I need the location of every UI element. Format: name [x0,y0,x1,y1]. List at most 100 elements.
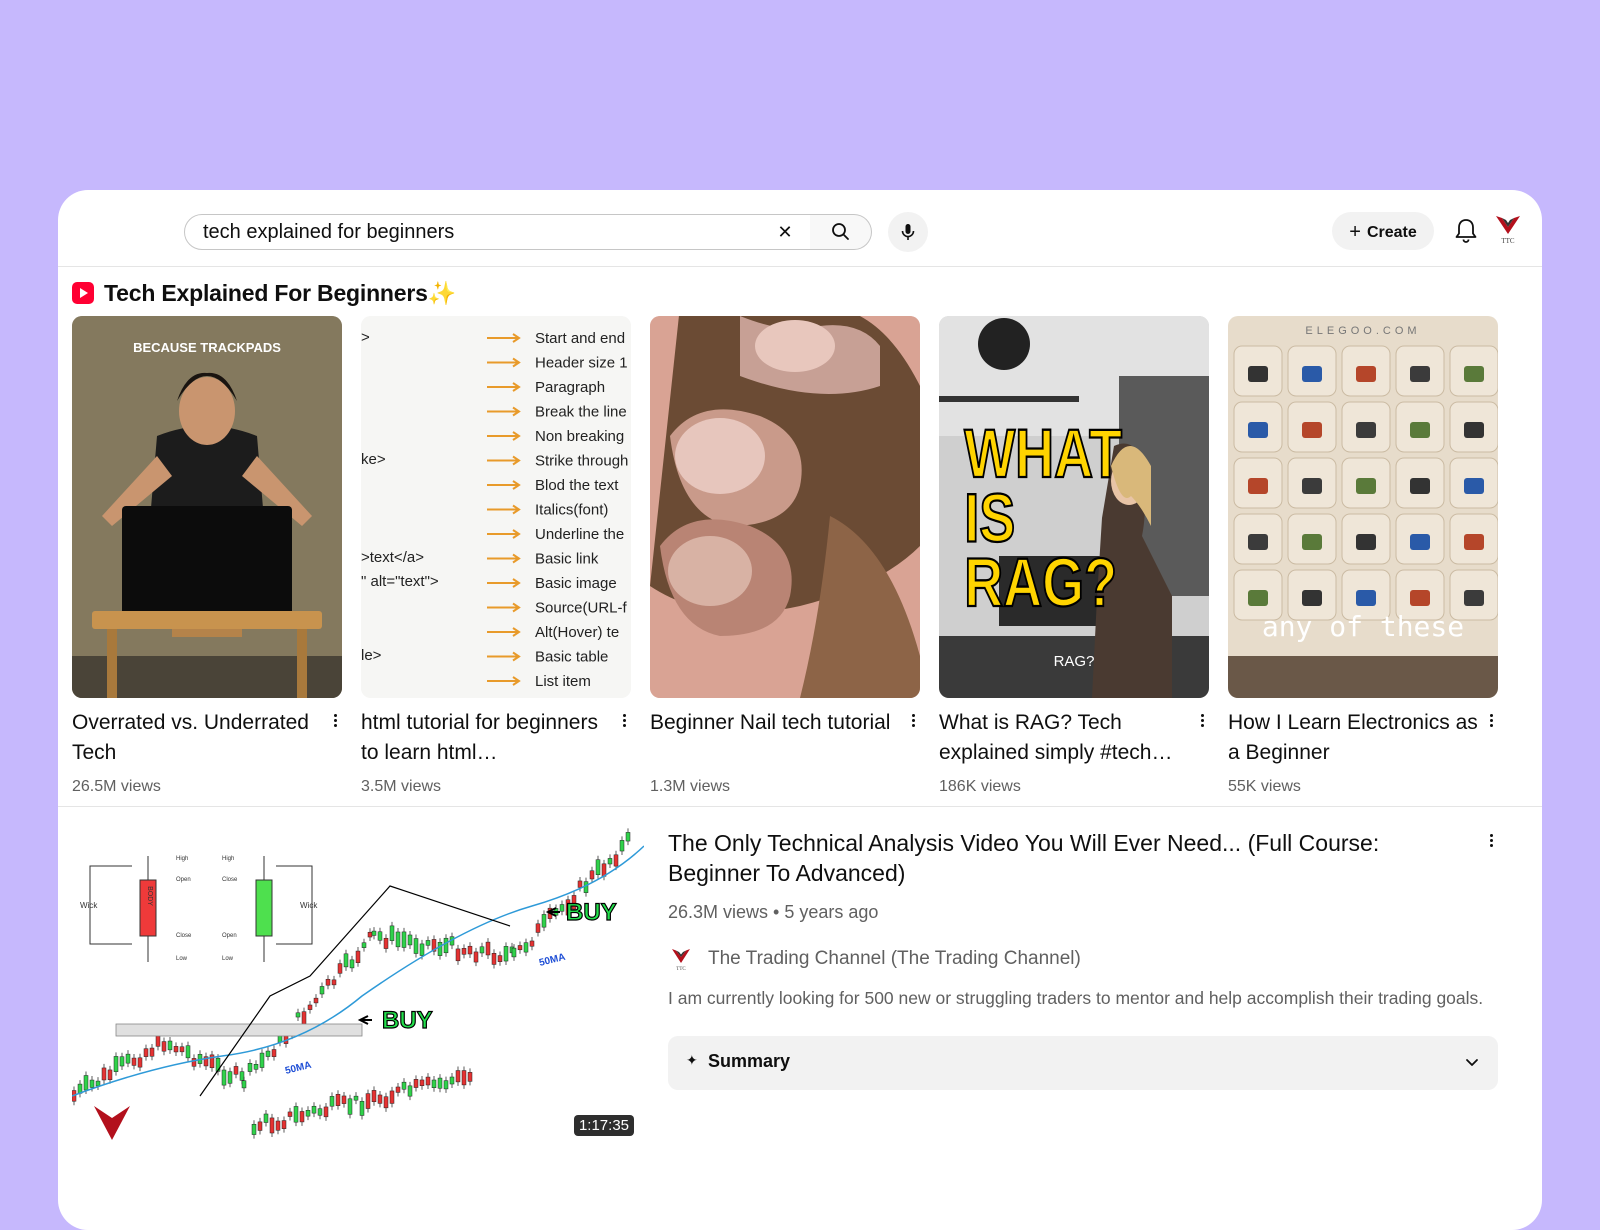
candle-body [461,948,467,955]
candle-body [259,1052,265,1068]
short-title[interactable]: html tutorial for beginners to learn htm… [361,708,611,768]
candle-body [101,1067,107,1081]
short-title[interactable]: Beginner Nail tech tutorial [650,708,900,738]
candle-body [247,1062,253,1072]
candle-body [263,1113,269,1123]
video-description: I am currently looking for 500 new or st… [668,988,1484,1008]
candle-body [443,1080,449,1090]
video-metadata: 26.3M views • 5 years ago [668,902,879,922]
video-thumbnail[interactable]: Wick BODY High Open Close Low High Close… [72,826,644,1148]
candle-body [361,942,367,948]
thumbnail-image: WHAT IS RAG? RAG? [939,316,1209,698]
candle-body [559,904,565,912]
short-thumbnail[interactable]: > ke> >text</a> " alt="text"> le> Start … [361,316,631,698]
candle-body [335,1093,341,1106]
code-line: >text</a> [361,549,424,566]
candle-body [577,880,583,888]
short-thumbnail[interactable]: ELEGOO.COM any of these [1228,316,1498,698]
electronic-part [1248,534,1268,550]
more-options-icon[interactable] [619,712,629,730]
close-icon[interactable]: ✕ [775,222,795,242]
candle-body [227,1071,233,1084]
buy-label: BUY [566,899,617,926]
short-thumbnail[interactable]: WHAT IS RAG? RAG? [939,316,1209,698]
avatar[interactable]: TTC [1490,210,1526,246]
arrow-line-text: Break the line [535,404,627,421]
arrow-line-text: Basic link [535,551,599,568]
candle-body [503,946,509,962]
arrow-line-text: Non breaking [535,428,624,445]
candle-body [265,1050,271,1057]
electronic-part [1464,534,1484,550]
low-label: Low [176,956,188,962]
candle-body [395,931,401,948]
channel-name[interactable]: The Trading Channel (The Trading Channel… [708,948,1081,970]
electronic-part [1410,590,1430,606]
candle-body [467,1072,473,1082]
candle-body [319,986,325,995]
voice-search-button[interactable] [888,212,928,252]
thumbnail-image: > ke> >text</a> " alt="text"> le> Start … [361,316,631,698]
candle-body [419,943,425,956]
arrow-line-text: Start and end [535,330,625,347]
candle-body [625,832,631,842]
chevron-down-icon [1466,1059,1478,1066]
candle-body [401,1081,407,1090]
short-thumbnail[interactable]: BECAUSE TRACKPADS [72,316,342,698]
thumbnail-overlay-text: BECAUSE TRACKPADS [133,340,281,355]
candle-body [619,840,625,852]
short-views: 55K views [1228,778,1301,795]
more-options-icon[interactable] [1197,712,1207,730]
candle-body [437,941,443,956]
candle-body [161,1041,167,1052]
candle-body [407,1085,413,1097]
candle-body [299,1111,305,1123]
candle-body [365,1093,371,1109]
candle-body [389,1090,395,1104]
electronic-part [1302,590,1322,606]
short-title[interactable]: How I Learn Electronics as a Beginner [1228,708,1478,768]
candle-body [353,1095,359,1101]
bell-icon[interactable] [1452,216,1480,246]
more-options-icon[interactable] [1486,832,1496,850]
short-title[interactable]: Overrated vs. Underrated Tech [72,708,322,768]
candle-body [221,1069,227,1086]
candle-body [589,870,595,880]
create-button[interactable]: + Create [1332,212,1434,250]
buy-label: BUY [382,1007,433,1034]
arrow-line-text: Source(URL-f [535,600,628,617]
shelf-title: Tech Explained For Beginners✨ [104,279,457,306]
summary-expander[interactable]: ✦ Summary [668,1036,1498,1090]
candle-body [349,959,355,969]
search-input[interactable] [203,215,743,249]
shorts-icon [72,282,94,304]
electronic-part [1464,366,1484,382]
short-title[interactable]: What is RAG? Tech explained simply #tech… [939,708,1189,768]
candle-body [323,1106,329,1118]
more-options-icon[interactable] [908,712,918,730]
short-thumbnail[interactable] [650,316,920,698]
candle-body [167,1040,173,1051]
video-title[interactable]: The Only Technical Analysis Video You Wi… [668,828,1468,888]
candle-body [329,1096,335,1107]
candle-body [371,930,377,936]
channel-link[interactable]: TTC The Trading Channel (The Trading Cha… [668,944,1081,974]
code-line: " alt="text"> [361,573,439,590]
candle-body [347,1098,353,1115]
more-options-icon[interactable] [1486,712,1496,730]
arrow-line-text: Italics(font) [535,502,608,519]
candle-body [497,955,503,962]
search-box[interactable]: ✕ [184,214,812,250]
candle-body [491,953,497,965]
short-views: 186K views [939,778,1021,795]
candle-body [449,1076,455,1085]
search-button[interactable] [810,214,872,250]
candle-body [479,946,485,954]
electronic-part [1410,534,1430,550]
candle-body [107,1069,113,1081]
electronic-part [1464,590,1484,606]
candle-body [125,1053,131,1064]
more-options-icon[interactable] [330,712,340,730]
candle-body [343,953,349,968]
channel-avatar[interactable]: TTC [668,946,694,972]
